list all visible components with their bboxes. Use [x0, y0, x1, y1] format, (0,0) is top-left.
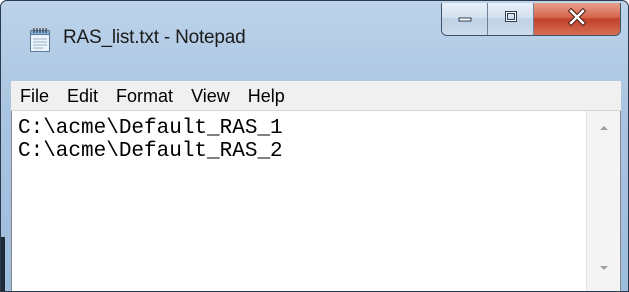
- close-button[interactable]: [534, 3, 620, 35]
- menu-help[interactable]: Help: [239, 82, 294, 110]
- menu-format[interactable]: Format: [107, 82, 182, 110]
- text-content[interactable]: C:\acme\Default_RAS_1 C:\acme\Default_RAS…: [18, 117, 578, 163]
- scroll-up-arrow-icon: [598, 119, 610, 137]
- title-bar[interactable]: RAS_list.txt - Notepad: [1, 1, 628, 81]
- notepad-icon[interactable]: [29, 27, 51, 53]
- text-line: C:\acme\Default_RAS_2: [18, 140, 283, 163]
- menu-view[interactable]: View: [182, 82, 239, 110]
- maximize-icon: [503, 10, 519, 29]
- menu-bar: File Edit Format View Help: [11, 81, 621, 111]
- scroll-up-button[interactable]: [587, 111, 620, 145]
- scroll-down-button[interactable]: [587, 253, 620, 283]
- caption-buttons: [441, 3, 621, 36]
- menu-edit[interactable]: Edit: [58, 82, 107, 110]
- text-line: C:\acme\Default_RAS_1: [18, 117, 283, 140]
- minimize-button[interactable]: [442, 3, 488, 35]
- minimize-icon: [457, 10, 473, 28]
- vertical-scrollbar[interactable]: [586, 111, 620, 291]
- scroll-down-arrow-icon: [598, 259, 610, 277]
- text-editor[interactable]: C:\acme\Default_RAS_1 C:\acme\Default_RAS…: [11, 111, 621, 291]
- menu-file[interactable]: File: [11, 82, 58, 110]
- window-title: RAS_list.txt - Notepad: [63, 27, 246, 48]
- notepad-window: RAS_list.txt - Notepad File Edit Format …: [0, 0, 629, 292]
- close-icon: [567, 7, 587, 31]
- maximize-button[interactable]: [488, 3, 534, 35]
- window-edge-shadow: [1, 237, 5, 291]
